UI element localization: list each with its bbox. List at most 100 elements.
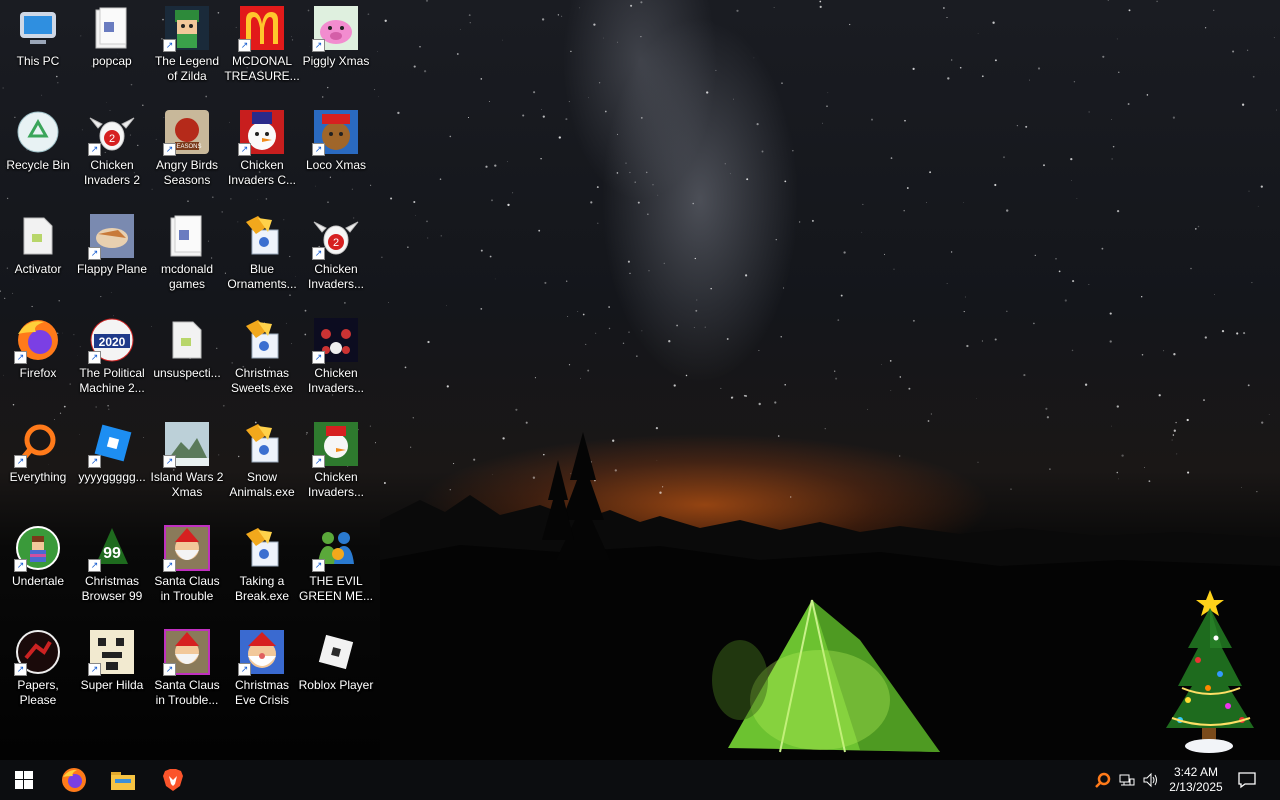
shortcut-arrow-icon: ↗ (163, 39, 176, 52)
shortcut-arrow-icon: ↗ (238, 663, 251, 676)
action-center-icon (1238, 772, 1256, 789)
desktop-icon-firefox[interactable]: ↗ Firefox (0, 316, 76, 381)
shortcut-arrow-icon: ↗ (14, 455, 27, 468)
desktop-icon-christmas-browser-99[interactable]: 99 ↗ Christmas Browser 99 (74, 524, 150, 604)
shortcut-arrow-icon: ↗ (88, 559, 101, 572)
folder-icon (163, 212, 211, 260)
desktop-icon-everything[interactable]: ↗ Everything (0, 420, 76, 485)
desktop-icon-label: Chicken Invaders... (307, 262, 365, 291)
shortcut-arrow-icon: ↗ (88, 455, 101, 468)
tray-network[interactable] (1116, 760, 1138, 800)
desktop-icon-label: This PC (16, 54, 60, 68)
bear-icon: ↗ (312, 108, 360, 156)
desktop-icon-chicken-invaders-c[interactable]: ↗ Chicken Invaders C... (224, 108, 300, 188)
desktop-icon-mcdonal-treasure[interactable]: ↗ MCDONAL TREASURE... (224, 4, 300, 84)
shortcut-arrow-icon: ↗ (238, 143, 251, 156)
clock-date: 2/13/2025 (1169, 780, 1223, 794)
desktop-icon-unsuspecti[interactable]: unsuspecti... (149, 316, 225, 381)
mcdonalds-icon: ↗ (238, 4, 286, 52)
desktop-icon-papers-please[interactable]: ↗ Papers, Please (0, 628, 76, 708)
svg-text:2: 2 (333, 237, 339, 249)
desktop-icon-label: Everything (9, 470, 67, 484)
desktop-icon-christmas-eve-crisis[interactable]: ↗ Christmas Eve Crisis (224, 628, 300, 708)
desktop-icon-label: Snow Animals.exe (229, 470, 295, 499)
shortcut-arrow-icon: ↗ (88, 351, 101, 364)
desktop-icon-flappy-plane[interactable]: ↗ Flappy Plane (74, 212, 150, 277)
messenger-icon: ↗ (312, 524, 360, 572)
desktop-icon-santa-claus-in-trouble[interactable]: ↗ Santa Claus in Trouble... (149, 628, 225, 708)
desktop-icon-label: The Political Machine 2... (79, 366, 145, 395)
this-pc-icon (14, 4, 62, 52)
desktop-icon-popcap[interactable]: popcap (74, 4, 150, 69)
taskbar-file-explorer-button[interactable] (99, 760, 147, 800)
desktop-icon-label: Papers, Please (17, 678, 59, 707)
desktop-icon-chicken-invaders[interactable]: ↗ Chicken Invaders... (298, 316, 374, 396)
desktop-icon-label: Super Hilda (80, 678, 144, 692)
desktop-icon-label: Angry Birds Seasons (155, 158, 219, 187)
desktop-icon-label: Undertale (11, 574, 65, 588)
political-2020-icon: 2020 ↗ (88, 316, 136, 364)
desktop-icon-label: Christmas Sweets.exe (230, 366, 294, 395)
action-center-button[interactable] (1234, 760, 1260, 800)
plane-icon: ↗ (88, 212, 136, 260)
start-button[interactable] (0, 760, 48, 800)
desktop-icon-the-evil-green-me[interactable]: ↗ THE EVIL GREEN ME... (298, 524, 374, 604)
firefox-icon (62, 768, 86, 792)
desktop-icon-recycle-bin[interactable]: Recycle Bin (0, 108, 76, 173)
svg-text:2: 2 (109, 133, 115, 145)
installer-icon (238, 420, 286, 468)
desktop-icon-label: THE EVIL GREEN ME... (298, 574, 373, 603)
desktop-icon-label: Flappy Plane (76, 262, 148, 276)
desktop-icon-super-hilda[interactable]: ↗ Super Hilda (74, 628, 150, 693)
desktop-icon-chicken-invaders[interactable]: ↗ Chicken Invaders... (298, 420, 374, 500)
desktop-icon-piggly-xmas[interactable]: ↗ Piggly Xmas (298, 4, 374, 69)
desktop-icon-christmas-sweets-exe[interactable]: Christmas Sweets.exe (224, 316, 300, 396)
installer-icon (238, 316, 286, 364)
desktop-icon-taking-a-break-exe[interactable]: Taking a Break.exe (224, 524, 300, 604)
desktop-icon-chicken-invaders-2[interactable]: 2 ↗ Chicken Invaders 2 (74, 108, 150, 188)
shortcut-arrow-icon: ↗ (312, 143, 325, 156)
desktop-icon-label: The Legend of Zilda (154, 54, 220, 83)
desktop-icon-the-legend-of-zilda[interactable]: ↗ The Legend of Zilda (149, 4, 225, 84)
desktop-icon-label: Roblox Player (298, 678, 374, 692)
desktop-icon-label: unsuspecti... (153, 366, 221, 380)
desktop-icon-angry-birds-seasons[interactable]: SEASONS ↗ Angry Birds Seasons (149, 108, 225, 188)
recycle-bin-icon (14, 108, 62, 156)
desktop-icon-undertale[interactable]: ↗ Undertale (0, 524, 76, 589)
desktop-icon-activator[interactable]: Activator (0, 212, 76, 277)
clock-time: 3:42 AM (1173, 765, 1219, 779)
desktop-icon-santa-claus-in-trouble[interactable]: ↗ Santa Claus in Trouble (149, 524, 225, 604)
tray-everything-search[interactable] (1092, 760, 1114, 800)
christmas-tree-gadget[interactable] (1158, 588, 1256, 754)
volume-icon (1143, 772, 1157, 788)
roblox-studio-icon: ↗ (88, 420, 136, 468)
desktop-icon-label: yyyyggggg... (78, 470, 146, 484)
taskbar-clock[interactable]: 3:42 AM 2/13/2025 (1160, 760, 1232, 800)
taskbar-brave-button[interactable] (149, 760, 197, 800)
santa-icon: ↗ (163, 524, 211, 572)
desktop-icon-label: Loco Xmas (305, 158, 367, 172)
shortcut-arrow-icon: ↗ (312, 351, 325, 364)
pig-icon: ↗ (312, 4, 360, 52)
shortcut-arrow-icon: ↗ (88, 247, 101, 260)
desktop-icon-blue-ornaments[interactable]: Blue Ornaments... (224, 212, 300, 292)
desktop-icon-mcdonald-games[interactable]: mcdonald games (149, 212, 225, 292)
tray-volume[interactable] (1140, 760, 1162, 800)
desktop-icon-snow-animals-exe[interactable]: Snow Animals.exe (224, 420, 300, 500)
desktop-icon-this-pc[interactable]: This PC (0, 4, 76, 69)
shortcut-arrow-icon: ↗ (312, 559, 325, 572)
desktop-icon-chicken-invaders[interactable]: 2 ↗ Chicken Invaders... (298, 212, 374, 292)
desktop-icon-label: popcap (92, 54, 132, 68)
taskbar-firefox-button[interactable] (50, 760, 98, 800)
desktop-icon-loco-xmas[interactable]: ↗ Loco Xmas (298, 108, 374, 173)
desktop-icon-island-wars-2-xmas[interactable]: ↗ Island Wars 2 Xmas (149, 420, 225, 500)
desktop-icon-roblox-player[interactable]: Roblox Player (298, 628, 374, 693)
network-icon (1119, 774, 1135, 786)
papers-please-icon: ↗ (14, 628, 62, 676)
desktop-icon-the-political-machine-2[interactable]: 2020 ↗ The Political Machine 2... (74, 316, 150, 396)
desktop-icon-label: Blue Ornaments... (227, 262, 297, 291)
chicken-xmas-icon: ↗ (312, 420, 360, 468)
folder-icon (111, 772, 135, 790)
svg-text:SEASONS: SEASONS (172, 144, 201, 150)
desktop-icon-yyyyggggg[interactable]: ↗ yyyyggggg... (74, 420, 150, 485)
